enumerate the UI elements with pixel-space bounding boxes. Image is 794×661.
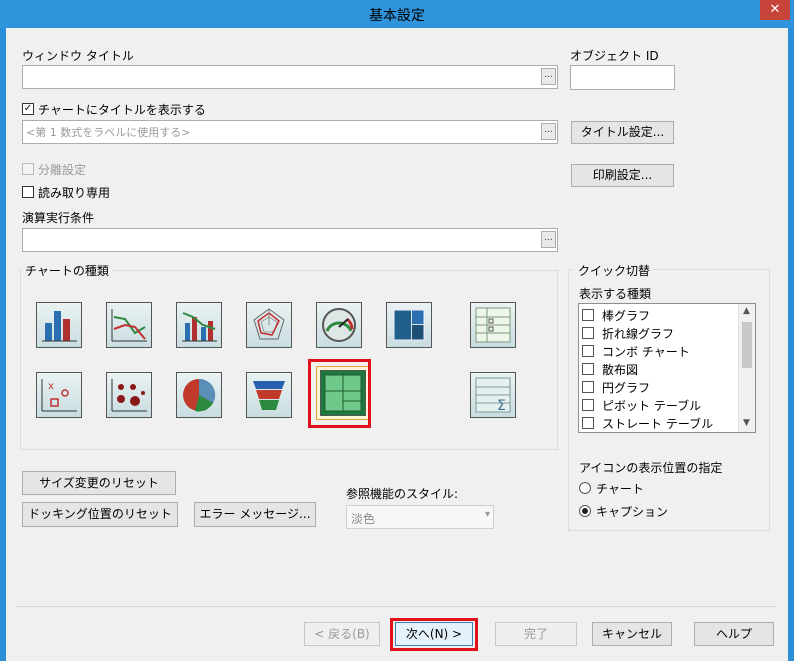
- gauge-chart-icon[interactable]: [316, 302, 362, 348]
- reference-style-label: 参照機能のスタイル:: [346, 487, 459, 501]
- line-chart-icon[interactable]: [106, 302, 152, 348]
- finish-button[interactable]: 完了: [495, 622, 577, 646]
- readonly-checkbox[interactable]: [22, 186, 34, 198]
- object-id-input[interactable]: [570, 65, 675, 90]
- title-formula-placeholder: <第 1 数式をラベルに使用する>: [26, 126, 191, 139]
- svg-text:Σ: Σ: [497, 398, 506, 414]
- icon-position-label: アイコンの表示位置の指定: [579, 461, 723, 475]
- title-settings-button[interactable]: タイトル設定...: [571, 121, 674, 144]
- separate-checkbox[interactable]: [22, 163, 34, 175]
- calc-condition-label: 演算実行条件: [22, 211, 95, 225]
- cancel-button[interactable]: キャンセル: [592, 622, 672, 646]
- scatter-chart-icon[interactable]: x: [36, 372, 82, 418]
- chart-types-label: チャートの種類: [22, 262, 112, 279]
- show-title-checkbox[interactable]: ✓: [22, 103, 34, 115]
- window-title-input[interactable]: ...: [22, 65, 558, 89]
- radio-chart-label: チャート: [596, 482, 644, 496]
- reset-docking-button[interactable]: ドッキング位置のリセット: [22, 502, 178, 527]
- title-formula-input[interactable]: <第 1 数式をラベルに使用する> ...: [22, 120, 558, 144]
- chart-type-list[interactable]: 棒グラフ 折れ線グラフ コンボ チャート 散布図 円グラフ ピボット テーブル …: [578, 303, 756, 433]
- dialog-body: ウィンドウ タイトル ... オブジェクト ID ✓ チャートにタイトルを表示す…: [6, 28, 788, 661]
- object-id-label: オブジェクト ID: [570, 49, 659, 63]
- radio-caption[interactable]: [579, 505, 591, 517]
- calc-condition-ellipsis-button[interactable]: ...: [541, 231, 556, 248]
- title-formula-ellipsis-button[interactable]: ...: [541, 123, 556, 140]
- help-button[interactable]: ヘルプ: [694, 622, 774, 646]
- funnel-chart-icon[interactable]: [246, 372, 292, 418]
- reset-size-button[interactable]: サイズ変更のリセット: [22, 471, 176, 495]
- scroll-down-icon[interactable]: ▼: [743, 418, 750, 428]
- pivot-table-icon[interactable]: [470, 302, 516, 348]
- title-bar: 基本設定 ✕: [0, 0, 794, 28]
- chevron-down-icon: ▾: [484, 509, 490, 520]
- window-title-label: ウィンドウ タイトル: [22, 49, 134, 63]
- close-button[interactable]: ✕: [760, 0, 790, 20]
- list-scrollbar[interactable]: ▲ ▼: [738, 304, 755, 432]
- next-highlight-box: [390, 618, 478, 651]
- footer-divider: [16, 606, 776, 607]
- svg-text:x: x: [48, 381, 54, 392]
- scroll-up-icon[interactable]: ▲: [743, 306, 750, 316]
- readonly-label: 読み取り専用: [38, 186, 111, 200]
- straight-table-icon[interactable]: Σ: [470, 372, 516, 418]
- reference-style-select[interactable]: 淡色 ▾: [346, 505, 494, 529]
- back-button[interactable]: < 戻る(B): [304, 622, 380, 646]
- treemap-chart-icon[interactable]: [386, 302, 432, 348]
- combo-chart-icon[interactable]: [176, 302, 222, 348]
- show-title-label: チャートにタイトルを表示する: [38, 103, 206, 117]
- selection-highlight-box: [308, 359, 371, 428]
- types-to-show-label: 表示する種類: [579, 287, 652, 301]
- calc-condition-input[interactable]: ...: [22, 228, 558, 252]
- radio-chart[interactable]: [579, 482, 591, 494]
- window-title-ellipsis-button[interactable]: ...: [541, 68, 556, 85]
- separate-label: 分離設定: [38, 163, 87, 177]
- bar-chart-icon[interactable]: [36, 302, 82, 348]
- radio-caption-label: キャプション: [596, 505, 669, 519]
- radar-chart-icon[interactable]: [246, 302, 292, 348]
- print-settings-button[interactable]: 印刷設定...: [571, 164, 674, 187]
- grid-chart-icon[interactable]: [106, 372, 152, 418]
- pie-chart-icon[interactable]: [176, 372, 222, 418]
- quick-switch-label: クイック切替: [575, 262, 654, 279]
- scroll-thumb[interactable]: [742, 322, 752, 368]
- chart-types-group: [20, 270, 558, 450]
- window-title: 基本設定: [369, 8, 425, 24]
- error-message-button[interactable]: エラー メッセージ...: [194, 502, 316, 527]
- reference-style-value: 淡色: [351, 512, 376, 526]
